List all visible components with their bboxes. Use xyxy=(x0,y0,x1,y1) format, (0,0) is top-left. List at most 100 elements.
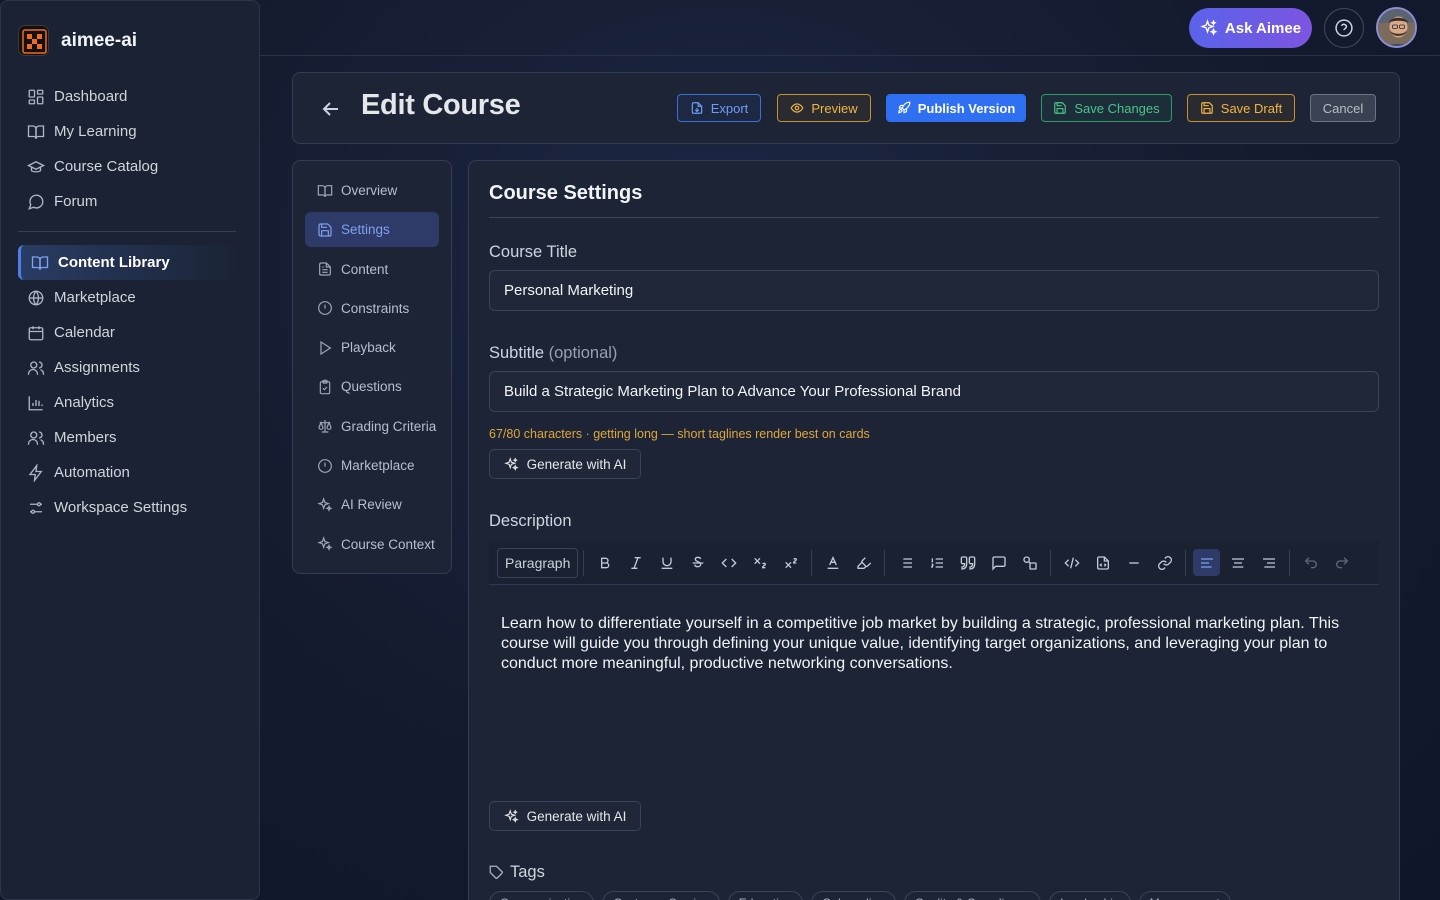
editor-toolbar: Paragraph xyxy=(489,541,1379,585)
underline-button[interactable] xyxy=(653,549,680,576)
nav-item-automation[interactable]: Automation xyxy=(18,455,236,490)
nav-label: My Learning xyxy=(54,123,137,140)
align-center-button[interactable] xyxy=(1224,549,1251,576)
nav-item-forum[interactable]: Forum xyxy=(18,184,236,219)
tab-settings[interactable]: Settings xyxy=(305,212,439,248)
code-block-button[interactable] xyxy=(1058,549,1085,576)
tab-course-context[interactable]: Course Context xyxy=(305,527,439,562)
subscript-button[interactable] xyxy=(746,549,773,576)
nav-label: Course Catalog xyxy=(54,158,159,175)
inline-code-button[interactable] xyxy=(715,549,742,576)
nav-item-members[interactable]: Members xyxy=(18,420,236,455)
tags-list: Communication Customer Service Education… xyxy=(489,891,1231,900)
description-editor[interactable]: Learn how to differentiate yourself in a… xyxy=(501,614,1341,674)
superscript-button[interactable] xyxy=(777,549,804,576)
link-icon xyxy=(1157,555,1172,570)
comment-button[interactable] xyxy=(985,549,1012,576)
publish-version-button[interactable]: Publish Version xyxy=(886,94,1026,122)
sparkles-icon xyxy=(317,497,333,512)
subscript-icon xyxy=(754,557,766,568)
nav-item-content-library[interactable]: Content Library xyxy=(18,245,236,280)
tab-label: Course Context xyxy=(341,536,435,552)
horizontal-rule-button[interactable] xyxy=(1120,549,1147,576)
tab-content[interactable]: Content xyxy=(305,252,439,287)
section-divider xyxy=(489,217,1379,218)
redo-button[interactable] xyxy=(1328,549,1355,576)
eye-icon xyxy=(790,103,804,113)
generate-label: Generate with AI xyxy=(526,808,627,824)
nav-item-calendar[interactable]: Calendar xyxy=(18,315,236,350)
preview-button[interactable]: Preview xyxy=(777,94,871,122)
nav-item-course-catalog[interactable]: Course Catalog xyxy=(18,149,236,184)
code-icon xyxy=(721,558,737,567)
nav-item-assignments[interactable]: Assignments xyxy=(18,350,236,385)
book-open-icon xyxy=(317,184,333,197)
back-button[interactable] xyxy=(319,97,343,121)
save-changes-button[interactable]: Save Changes xyxy=(1041,94,1172,122)
strikethrough-button[interactable] xyxy=(684,549,711,576)
strikethrough-icon xyxy=(692,556,704,567)
tab-constraints[interactable]: Constraints xyxy=(305,291,439,326)
highlight-button[interactable] xyxy=(850,549,877,576)
subtitle-input[interactable] xyxy=(489,371,1379,412)
rocket-icon xyxy=(897,101,911,114)
tag-chip[interactable]: Communication xyxy=(489,891,595,900)
nav-item-marketplace[interactable]: Marketplace xyxy=(18,280,236,315)
paragraph-style-select[interactable]: Paragraph xyxy=(497,547,579,578)
nav-item-my-learning[interactable]: My Learning xyxy=(18,114,236,149)
text-color-button[interactable] xyxy=(819,549,846,576)
dashboard-icon xyxy=(28,89,44,104)
nav-label: Assignments xyxy=(54,359,140,376)
nav-label: Marketplace xyxy=(54,289,136,306)
align-left-button[interactable] xyxy=(1193,549,1221,576)
help-button[interactable] xyxy=(1324,8,1364,48)
tag-chip[interactable]: Education xyxy=(727,891,804,900)
users-icon xyxy=(27,430,45,445)
link-button[interactable] xyxy=(1151,549,1178,576)
tag-chip[interactable]: Onboarding xyxy=(811,891,896,900)
export-button[interactable]: Export xyxy=(677,94,761,122)
nav-item-analytics[interactable]: Analytics xyxy=(18,385,236,420)
italic-button[interactable] xyxy=(622,549,649,576)
tag-chip[interactable]: Leadership xyxy=(1049,891,1131,900)
undo-button[interactable] xyxy=(1297,549,1324,576)
save-icon xyxy=(1054,102,1067,114)
brand-name: aimee-ai xyxy=(61,29,138,51)
align-right-button[interactable] xyxy=(1255,549,1282,576)
tab-grading-criteria[interactable]: Grading Criteria xyxy=(305,409,439,444)
arrow-left-icon xyxy=(322,102,338,116)
embed-file-button[interactable] xyxy=(1089,549,1116,576)
tab-questions[interactable]: Questions xyxy=(305,369,439,404)
bullet-list-button[interactable] xyxy=(892,549,919,576)
generate-subtitle-button[interactable]: Generate with AI xyxy=(489,449,641,479)
nav-item-workspace-settings[interactable]: Workspace Settings xyxy=(18,490,236,525)
tab-ai-review[interactable]: AI Review xyxy=(305,487,439,522)
message-circle-icon xyxy=(28,194,44,210)
tag-chip[interactable]: Management xyxy=(1138,891,1231,900)
course-title-input[interactable] xyxy=(489,270,1379,311)
ordered-list-button[interactable] xyxy=(923,549,950,576)
cancel-button[interactable]: Cancel xyxy=(1310,94,1376,122)
course-title-label: Course Title xyxy=(489,243,578,261)
tab-marketplace[interactable]: Marketplace xyxy=(305,448,439,483)
tab-label: Playback xyxy=(341,340,396,356)
tag-chip[interactable]: Quality & Compliance xyxy=(903,891,1042,900)
brand[interactable]: aimee-ai xyxy=(18,25,137,56)
underline-icon xyxy=(661,557,673,569)
nav-item-dashboard[interactable]: Dashboard xyxy=(18,79,236,114)
tab-overview[interactable]: Overview xyxy=(305,173,439,208)
tab-label: Content xyxy=(341,261,389,277)
tag-chip[interactable]: Customer Service xyxy=(602,891,720,900)
highlighter-icon xyxy=(857,556,872,569)
generate-description-button[interactable]: Generate with AI xyxy=(489,801,641,831)
tab-playback[interactable]: Playback xyxy=(305,330,439,365)
bold-button[interactable] xyxy=(591,549,618,576)
blockquote-button[interactable] xyxy=(954,549,981,576)
tab-label: AI Review xyxy=(341,497,402,513)
ask-aimee-button[interactable]: Ask Aimee xyxy=(1189,8,1312,48)
message-square-icon xyxy=(992,555,1006,571)
avatar[interactable] xyxy=(1376,7,1417,48)
save-draft-button[interactable]: Save Draft xyxy=(1187,94,1295,122)
shapes-button[interactable] xyxy=(1016,549,1043,576)
save-icon xyxy=(318,223,332,237)
